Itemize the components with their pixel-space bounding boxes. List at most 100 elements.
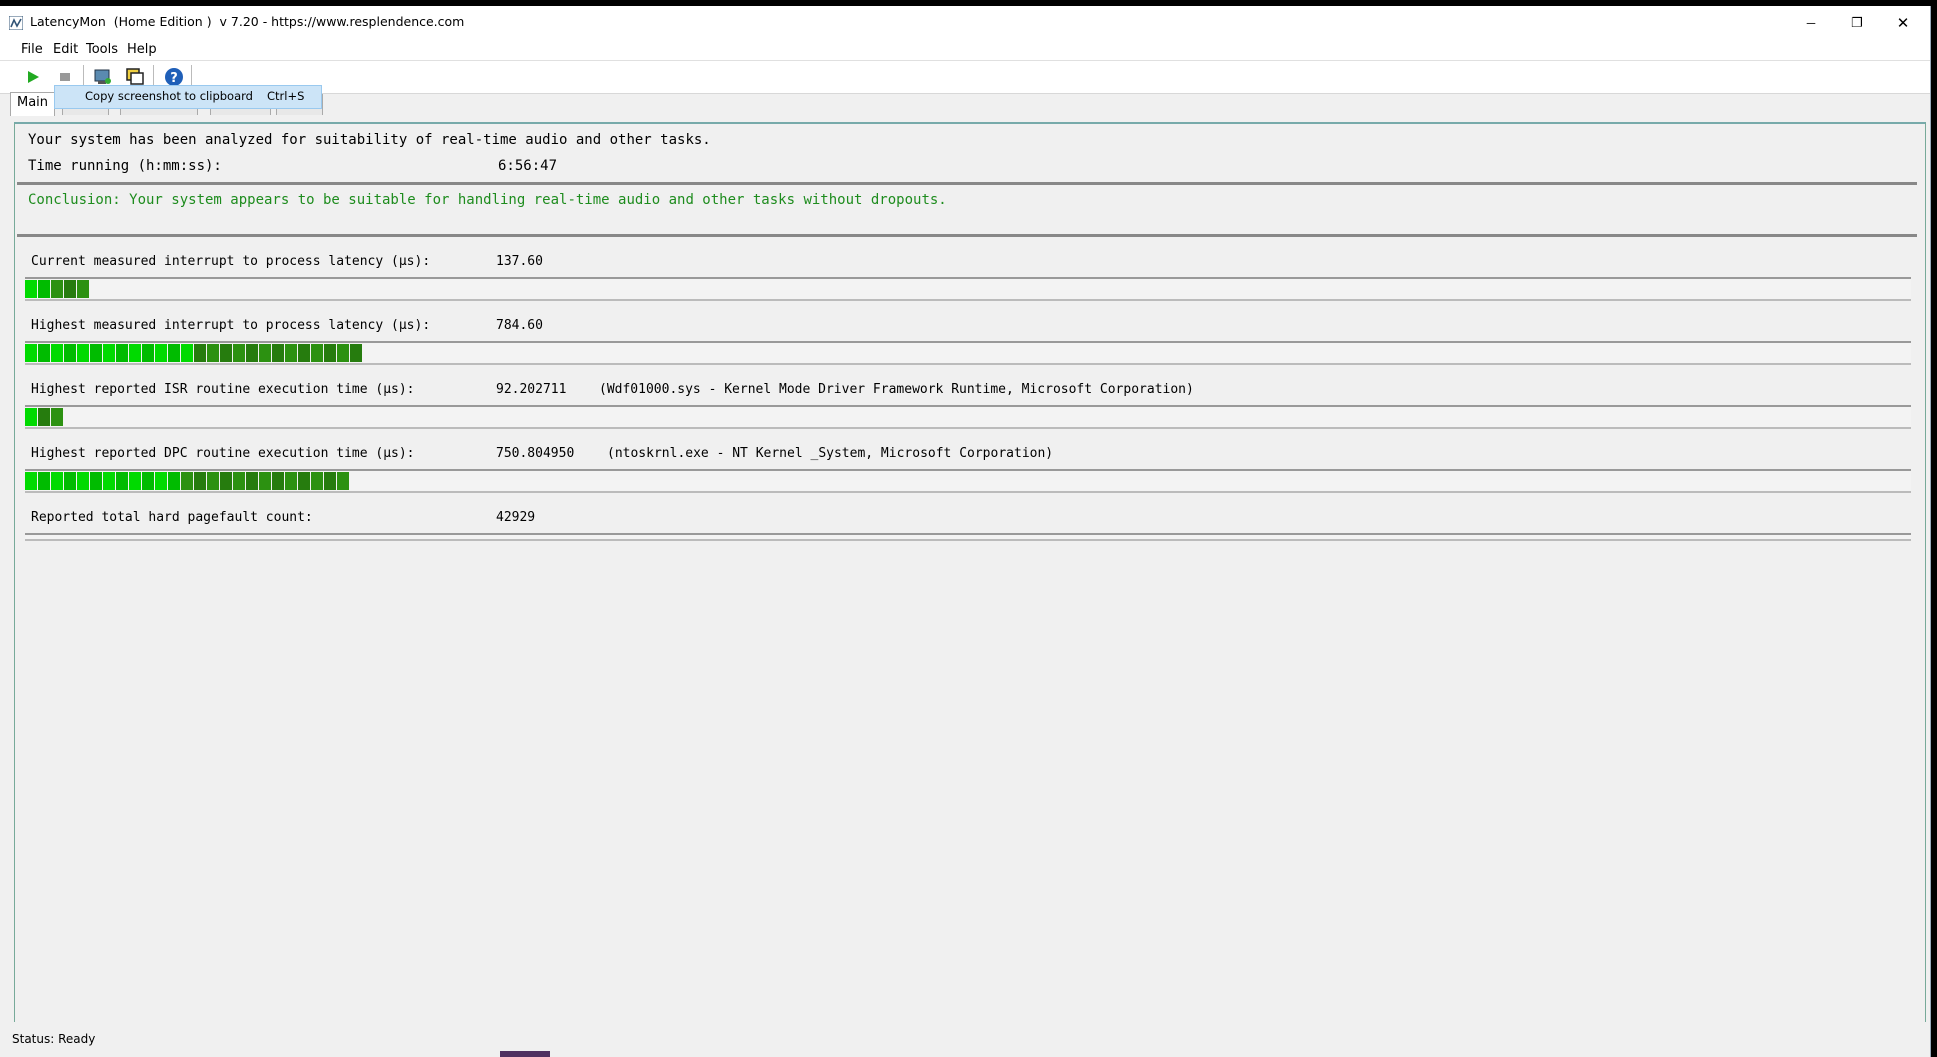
- metric-value: 784.60: [496, 318, 543, 333]
- bar-segment: [25, 472, 37, 490]
- conclusion-section: Conclusion: Your system appears to be su…: [17, 186, 1917, 237]
- status-text: Status: Ready: [12, 1032, 96, 1046]
- bar-segment: [51, 280, 63, 298]
- minimize-button[interactable]: ─: [1788, 6, 1834, 40]
- minimize-icon: ─: [1806, 16, 1816, 30]
- bar-segment: [90, 344, 102, 362]
- metric-label: Highest reported DPC routine execution t…: [31, 446, 415, 461]
- metric-detail: (ntoskrnl.exe - NT Kernel _System, Micro…: [607, 446, 1054, 461]
- play-icon: [28, 71, 39, 83]
- metric-label: Highest measured interrupt to process la…: [31, 318, 431, 333]
- bar-segment: [285, 472, 297, 490]
- window-title: LatencyMon (Home Edition ) v 7.20 - http…: [30, 14, 465, 29]
- taskbar-indicator: [500, 1051, 550, 1057]
- bar-segment: [168, 472, 180, 490]
- copy-screenshot-icon: [126, 68, 144, 85]
- metric-value: 92.202711: [496, 382, 567, 397]
- time-running-label: Time running (h:mm:ss):: [28, 158, 222, 174]
- bar-segment: [64, 280, 76, 298]
- bar-segment: [142, 472, 154, 490]
- bar-segment: [311, 472, 323, 490]
- bar-segment: [103, 344, 115, 362]
- metric-value: 137.60: [496, 254, 543, 269]
- summary-text: Your system has been analyzed for suitab…: [28, 132, 711, 148]
- bar-fill: [25, 343, 363, 363]
- bar-segment: [246, 472, 258, 490]
- bar-segment: [311, 344, 323, 362]
- bar-segment: [233, 472, 245, 490]
- menu-file[interactable]: File: [21, 42, 43, 57]
- bar-segment: [207, 344, 219, 362]
- tab-main[interactable]: Main: [10, 92, 56, 116]
- bar-segment: [38, 344, 50, 362]
- bar-segment: [155, 472, 167, 490]
- close-button[interactable]: ✕: [1880, 6, 1926, 40]
- pagefault-divider: [25, 533, 1911, 541]
- status-bar: Status: Ready: [0, 1022, 1930, 1052]
- bar-segment: [116, 472, 128, 490]
- start-button[interactable]: [20, 65, 46, 89]
- bar-segment: [181, 344, 193, 362]
- tooltip-label: Copy screenshot to clipboard: [85, 89, 253, 103]
- bar-segment: [233, 344, 245, 362]
- bar-segment: [25, 408, 37, 426]
- metric-label: Reported total hard pagefault count:: [31, 510, 313, 525]
- bar-fill: [25, 407, 64, 427]
- latency-bar: [25, 277, 1911, 301]
- menu-tools[interactable]: Tools: [86, 42, 118, 57]
- bar-segment: [25, 344, 37, 362]
- metric-label: Highest reported ISR routine execution t…: [31, 382, 415, 397]
- bar-segment: [337, 344, 349, 362]
- screenshot-save-icon: [94, 69, 111, 84]
- bar-segment: [51, 408, 63, 426]
- bar-segment: [103, 472, 115, 490]
- bar-segment: [77, 344, 89, 362]
- bar-fill: [25, 279, 90, 299]
- bar-segment: [259, 472, 271, 490]
- bar-segment: [324, 472, 336, 490]
- bar-segment: [51, 344, 63, 362]
- bar-segment: [272, 344, 284, 362]
- bar-segment: [38, 280, 50, 298]
- latency-bar: [25, 341, 1911, 365]
- main-panel: Your system has been analyzed for suitab…: [14, 122, 1926, 1025]
- bar-segment: [38, 472, 50, 490]
- bar-segment: [51, 472, 63, 490]
- menu-help[interactable]: Help: [127, 42, 157, 57]
- bar-segment: [259, 344, 271, 362]
- bar-segment: [298, 472, 310, 490]
- bar-segment: [194, 344, 206, 362]
- bar-segment: [194, 472, 206, 490]
- latency-bar: [25, 469, 1911, 493]
- svg-text:?: ?: [170, 71, 178, 86]
- bar-segment: [129, 344, 141, 362]
- bar-segment: [220, 344, 232, 362]
- bar-segment: [324, 344, 336, 362]
- bar-segment: [142, 344, 154, 362]
- restore-button[interactable]: ❐: [1834, 6, 1880, 40]
- bar-segment: [129, 472, 141, 490]
- stop-icon: [60, 73, 70, 81]
- bar-segment: [337, 472, 349, 490]
- bar-segment: [77, 280, 89, 298]
- conclusion-text: Conclusion: Your system appears to be su…: [28, 192, 947, 208]
- bar-segment: [298, 344, 310, 362]
- bar-segment: [246, 344, 258, 362]
- tooltip-shortcut: Ctrl+S: [267, 89, 305, 103]
- help-icon: ?: [165, 68, 183, 86]
- bar-segment: [116, 344, 128, 362]
- app-icon: [9, 16, 23, 30]
- metric-detail: (Wdf01000.sys - Kernel Mode Driver Frame…: [599, 382, 1194, 397]
- menu-bar: File Edit Tools Help: [0, 40, 1930, 60]
- bar-segment: [38, 408, 50, 426]
- title-bar[interactable]: LatencyMon (Home Edition ) v 7.20 - http…: [0, 6, 1930, 40]
- summary-section: Your system has been analyzed for suitab…: [17, 126, 1917, 185]
- restore-icon: ❐: [1851, 15, 1863, 30]
- latencymon-window: LatencyMon (Home Edition ) v 7.20 - http…: [0, 6, 1931, 1057]
- close-icon: ✕: [1896, 15, 1910, 32]
- bar-segment: [181, 472, 193, 490]
- time-running-value: 6:56:47: [498, 158, 558, 174]
- metric-value: 42929: [496, 510, 536, 525]
- menu-edit[interactable]: Edit: [53, 42, 78, 57]
- bar-segment: [64, 472, 76, 490]
